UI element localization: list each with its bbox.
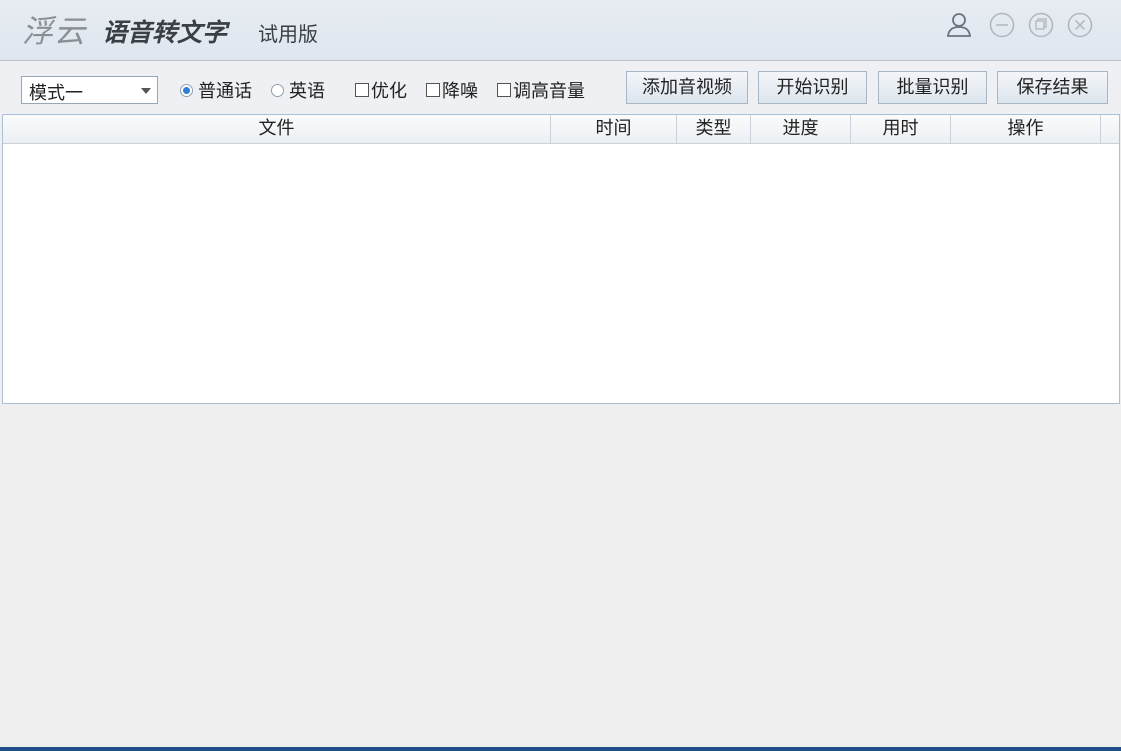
checkbox-denoise-label: 降噪 [442, 81, 478, 102]
checkbox-boost-volume-label: 调高音量 [513, 81, 585, 102]
checkbox-icon [426, 83, 440, 97]
column-header-progress[interactable]: 进度 [751, 115, 851, 143]
minimize-icon[interactable] [988, 11, 1016, 39]
app-title: 语音转文字 [102, 18, 228, 47]
mode-select-value: 模式一 [29, 83, 83, 104]
table-body[interactable] [3, 144, 1119, 403]
radio-checked-icon [180, 83, 193, 97]
add-media-button[interactable]: 添加音视频 [626, 71, 748, 104]
save-result-button[interactable]: 保存结果 [997, 71, 1108, 104]
column-header-time[interactable]: 时间 [551, 115, 677, 143]
column-header-duration[interactable]: 用时 [851, 115, 951, 143]
edition-label: 试用版 [258, 22, 318, 46]
start-recognition-button[interactable]: 开始识别 [758, 71, 867, 104]
checkbox-optimize-label: 优化 [371, 81, 407, 102]
brand-logo-text: 浮云 [22, 14, 86, 50]
column-header-type[interactable]: 类型 [677, 115, 751, 143]
restore-icon[interactable] [1027, 11, 1055, 39]
user-icon[interactable] [945, 11, 973, 39]
column-header-action[interactable]: 操作 [951, 115, 1101, 143]
table-header: 文件 时间 类型 进度 用时 操作 [3, 115, 1119, 144]
close-icon[interactable] [1066, 11, 1094, 39]
radio-mandarin[interactable]: 普通话 [180, 79, 252, 102]
radio-unchecked-icon [271, 83, 284, 97]
checkbox-boost-volume[interactable]: 调高音量 [497, 79, 585, 102]
taskbar-edge [0, 747, 1121, 751]
checkbox-icon [355, 83, 369, 97]
radio-english[interactable]: 英语 [271, 79, 325, 102]
toolbar: 模式一 普通话 英语 优化 降噪 调高音量 添加音视频 开始识别 批量识别 保存… [0, 60, 1121, 115]
column-header-spacer [1101, 115, 1119, 143]
mode-select[interactable]: 模式一 [21, 76, 158, 104]
file-table[interactable]: 文件 时间 类型 进度 用时 操作 [2, 114, 1120, 404]
chevron-down-icon [141, 88, 151, 94]
checkbox-icon [497, 83, 511, 97]
column-header-file[interactable]: 文件 [3, 115, 551, 143]
radio-english-label: 英语 [289, 81, 325, 102]
checkbox-optimize[interactable]: 优化 [355, 79, 407, 102]
checkbox-denoise[interactable]: 降噪 [426, 79, 478, 102]
batch-recognition-button[interactable]: 批量识别 [878, 71, 987, 104]
app-window: 浮云 语音转文字 试用版 模式一 普通话 英语 优化 降噪 调高音量 添加音视频… [0, 0, 1121, 751]
radio-mandarin-label: 普通话 [198, 81, 252, 102]
title-bar[interactable]: 浮云 语音转文字 试用版 [0, 0, 1121, 60]
